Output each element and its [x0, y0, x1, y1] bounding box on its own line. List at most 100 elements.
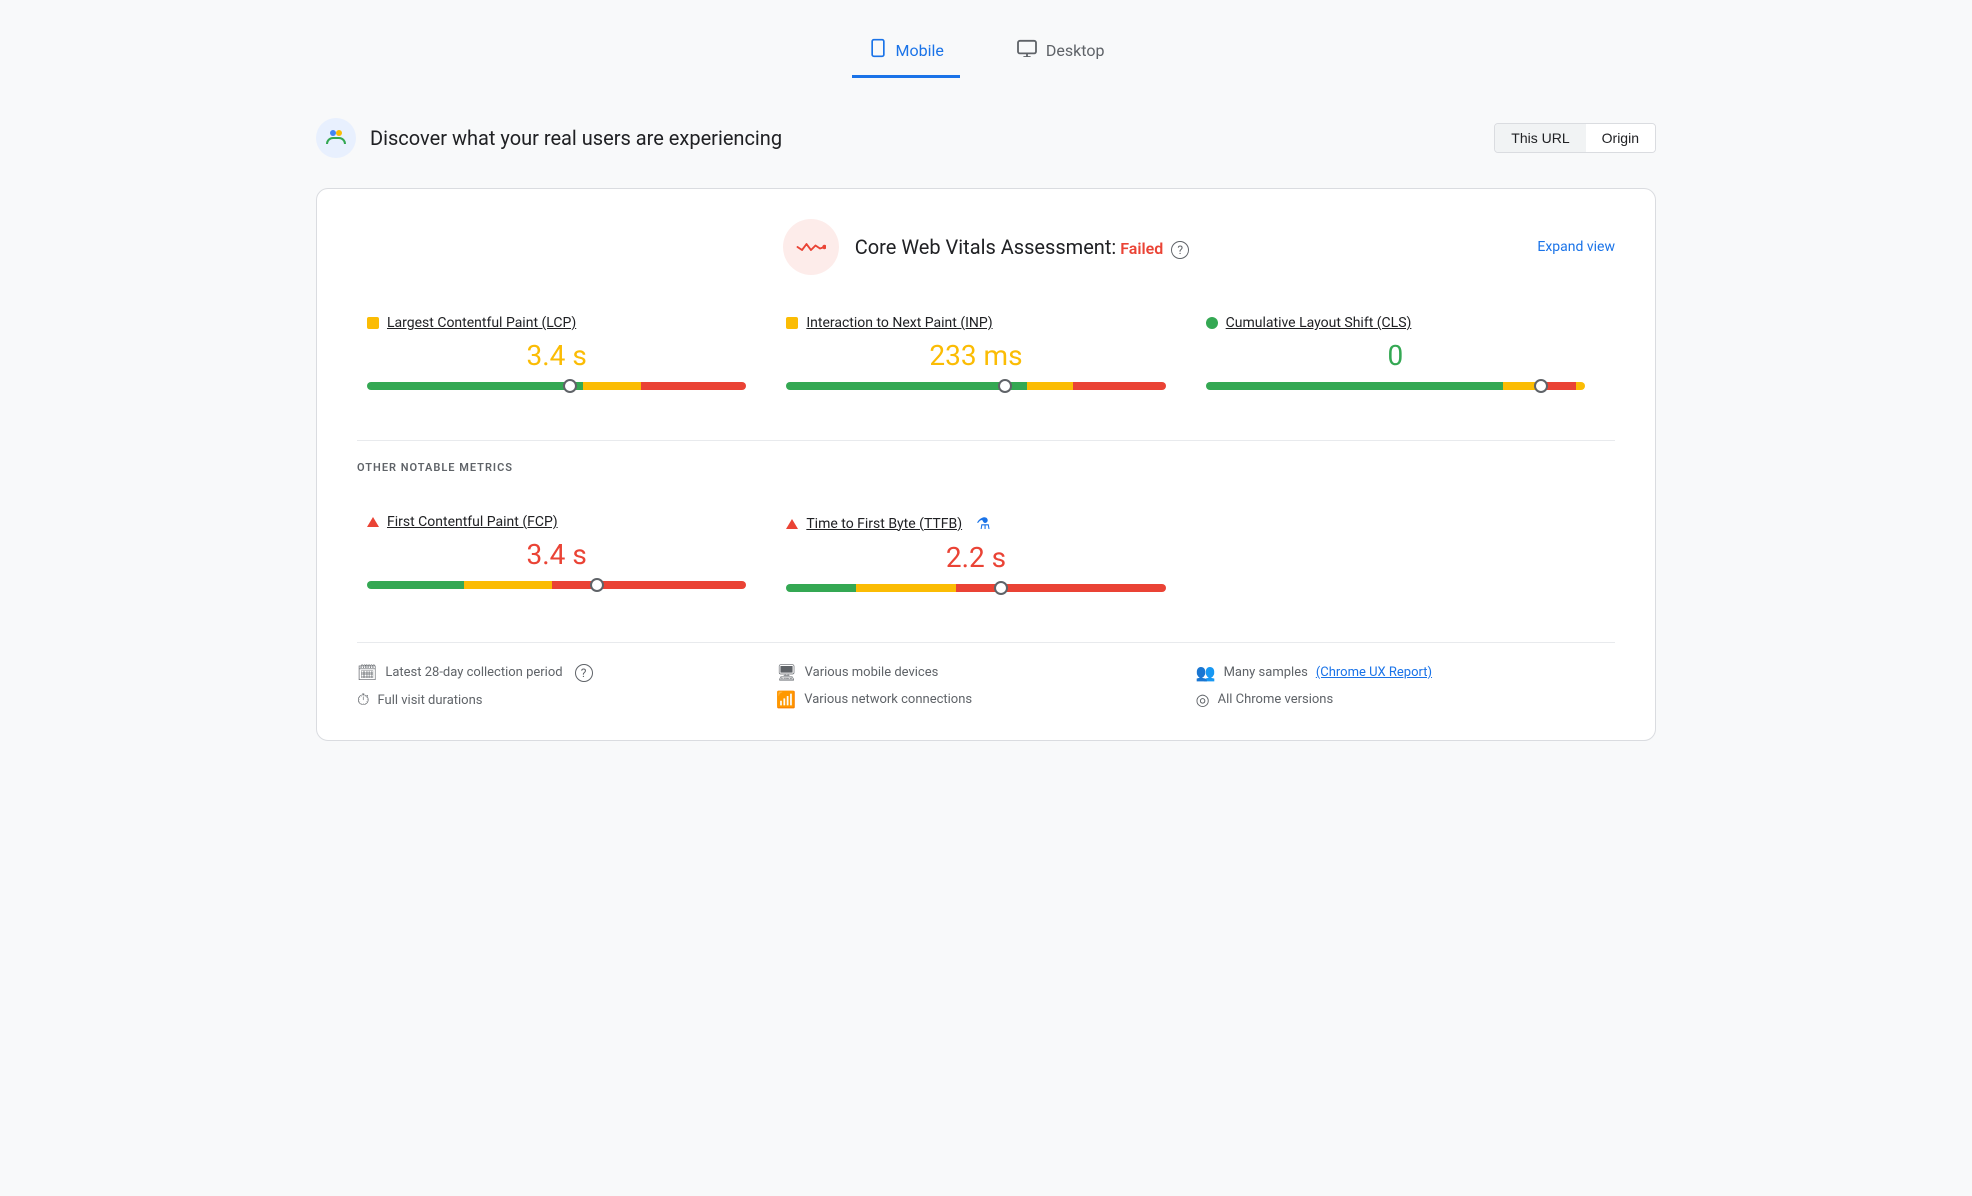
tabs-container: Mobile Desktop — [316, 20, 1656, 78]
footer-full-visit: ⏱ Full visit durations — [357, 690, 776, 710]
cls-bar-tail — [1576, 382, 1585, 390]
chrome-ux-link[interactable]: (Chrome UX Report) — [1316, 665, 1432, 680]
metric-ttfb-label: Time to First Byte (TTFB) ⚗ — [786, 514, 1165, 533]
lcp-bar — [367, 382, 746, 390]
desktop-icon — [1016, 39, 1038, 62]
assessment-help-icon[interactable]: ? — [1171, 241, 1189, 259]
ttfb-bar-green — [786, 584, 856, 592]
footer-col2: 🖥 Various mobile devices 📶 Various netwo… — [776, 663, 1195, 710]
footer-collection-text: Latest 28-day collection period — [385, 665, 562, 680]
assessment-title-container: Core Web Vitals Assessment: Failed ? — [855, 235, 1190, 259]
this-url-button[interactable]: This URL — [1495, 124, 1585, 152]
cls-indicator — [1539, 379, 1541, 393]
lcp-status-dot — [367, 317, 379, 329]
inp-bar — [786, 382, 1165, 390]
cls-status-dot — [1206, 317, 1218, 329]
network-icon: 📶 — [776, 690, 796, 709]
inp-value: 233 ms — [786, 339, 1165, 372]
metric-inp-label: Interaction to Next Paint (INP) — [786, 315, 1165, 331]
assessment-icon — [783, 219, 839, 275]
lcp-bar-orange — [583, 382, 641, 390]
samples-icon: 👥 — [1196, 663, 1216, 682]
metric-fcp: First Contentful Paint (FCP) 3.4 s — [357, 494, 776, 612]
lcp-name[interactable]: Largest Contentful Paint (LCP) — [387, 315, 576, 331]
footer-chrome-text: All Chrome versions — [1218, 692, 1334, 707]
header-avatar — [316, 118, 356, 158]
tab-desktop[interactable]: Desktop — [1000, 31, 1121, 77]
ttfb-triangle-icon — [786, 519, 798, 529]
tab-desktop-label: Desktop — [1046, 41, 1105, 60]
fcp-bar-green — [367, 581, 464, 589]
metric-lcp-label: Largest Contentful Paint (LCP) — [367, 315, 746, 331]
tab-mobile-label: Mobile — [896, 41, 944, 60]
calendar-icon: 🗓 — [357, 663, 377, 682]
cls-bar — [1206, 382, 1585, 390]
url-origin-toggle: This URL Origin — [1494, 123, 1656, 153]
fcp-bar — [367, 581, 746, 589]
metric-inp: Interaction to Next Paint (INP) 233 ms — [776, 295, 1195, 410]
ttfb-name[interactable]: Time to First Byte (TTFB) — [806, 516, 962, 532]
inp-status-dot — [786, 317, 798, 329]
footer-mobile-text: Various mobile devices — [805, 665, 939, 680]
page-title: Discover what your real users are experi… — [370, 126, 782, 150]
fcp-bar-orange — [464, 581, 552, 589]
assessment-header: Core Web Vitals Assessment: Failed ? Exp… — [357, 219, 1615, 275]
section-divider — [357, 440, 1615, 441]
fcp-value: 3.4 s — [367, 538, 746, 571]
cls-progress-bar — [1206, 382, 1585, 390]
inp-name[interactable]: Interaction to Next Paint (INP) — [806, 315, 992, 331]
expand-view-button[interactable]: Expand view — [1537, 239, 1615, 255]
origin-button[interactable]: Origin — [1586, 124, 1655, 152]
metric-ttfb: Time to First Byte (TTFB) ⚗ 2.2 s — [776, 494, 1195, 612]
ttfb-bar-red — [956, 584, 1166, 592]
other-metrics-grid: First Contentful Paint (FCP) 3.4 s Time … — [357, 494, 1615, 612]
ttfb-flask-icon: ⚗ — [976, 514, 990, 533]
timer-icon: ⏱ — [357, 690, 369, 710]
mobile-devices-icon: 🖥 — [776, 663, 796, 682]
chrome-icon: ◎ — [1196, 690, 1210, 709]
lcp-value: 3.4 s — [367, 339, 746, 372]
inp-bar-orange — [1027, 382, 1073, 390]
metric-lcp: Largest Contentful Paint (LCP) 3.4 s — [357, 295, 776, 410]
footer-samples-text: Many samples — [1224, 665, 1308, 680]
cls-name[interactable]: Cumulative Layout Shift (CLS) — [1226, 315, 1412, 331]
main-card: Core Web Vitals Assessment: Failed ? Exp… — [316, 188, 1656, 741]
lcp-progress-bar — [367, 382, 746, 390]
fcp-bar-red — [552, 581, 747, 589]
ttfb-value: 2.2 s — [786, 541, 1165, 574]
footer-mobile-devices: 🖥 Various mobile devices — [776, 663, 1195, 682]
metric-cls: Cumulative Layout Shift (CLS) 0 — [1196, 295, 1615, 410]
cls-value: 0 — [1206, 339, 1585, 372]
inp-indicator — [1003, 379, 1005, 393]
mobile-icon — [868, 38, 888, 63]
fcp-triangle-icon — [367, 517, 379, 527]
lcp-indicator — [568, 379, 570, 393]
inp-progress-bar — [786, 382, 1165, 390]
collection-help-icon[interactable]: ? — [575, 664, 593, 682]
assessment-title: Core Web Vitals Assessment: — [855, 235, 1117, 259]
footer-network-text: Various network connections — [804, 692, 972, 707]
assessment-status: Failed — [1120, 239, 1163, 258]
header-left: Discover what your real users are experi… — [316, 118, 782, 158]
other-metrics-label: OTHER NOTABLE METRICS — [357, 461, 1615, 474]
ttfb-progress-bar — [786, 584, 1165, 592]
inp-bar-red — [1073, 382, 1166, 390]
footer-collection-period: 🗓 Latest 28-day collection period ? — [357, 663, 776, 682]
fcp-progress-bar — [367, 581, 746, 589]
footer-col1: 🗓 Latest 28-day collection period ? ⏱ Fu… — [357, 663, 776, 710]
card-footer: 🗓 Latest 28-day collection period ? ⏱ Fu… — [357, 642, 1615, 710]
fcp-name[interactable]: First Contentful Paint (FCP) — [387, 514, 558, 530]
footer-full-visit-text: Full visit durations — [377, 693, 482, 708]
footer-chrome-versions: ◎ All Chrome versions — [1196, 690, 1615, 709]
header-section: Discover what your real users are experi… — [316, 108, 1656, 168]
cls-bar-green — [1206, 382, 1503, 390]
metric-fcp-label: First Contentful Paint (FCP) — [367, 514, 746, 530]
inp-bar-green — [786, 382, 1027, 390]
metric-empty — [1196, 494, 1615, 612]
tab-mobile[interactable]: Mobile — [852, 30, 960, 78]
metric-cls-label: Cumulative Layout Shift (CLS) — [1206, 315, 1585, 331]
lcp-bar-red — [641, 382, 747, 390]
ttfb-bar-orange — [856, 584, 956, 592]
ttfb-indicator — [999, 581, 1001, 595]
footer-samples: 👥 Many samples (Chrome UX Report) — [1196, 663, 1615, 682]
